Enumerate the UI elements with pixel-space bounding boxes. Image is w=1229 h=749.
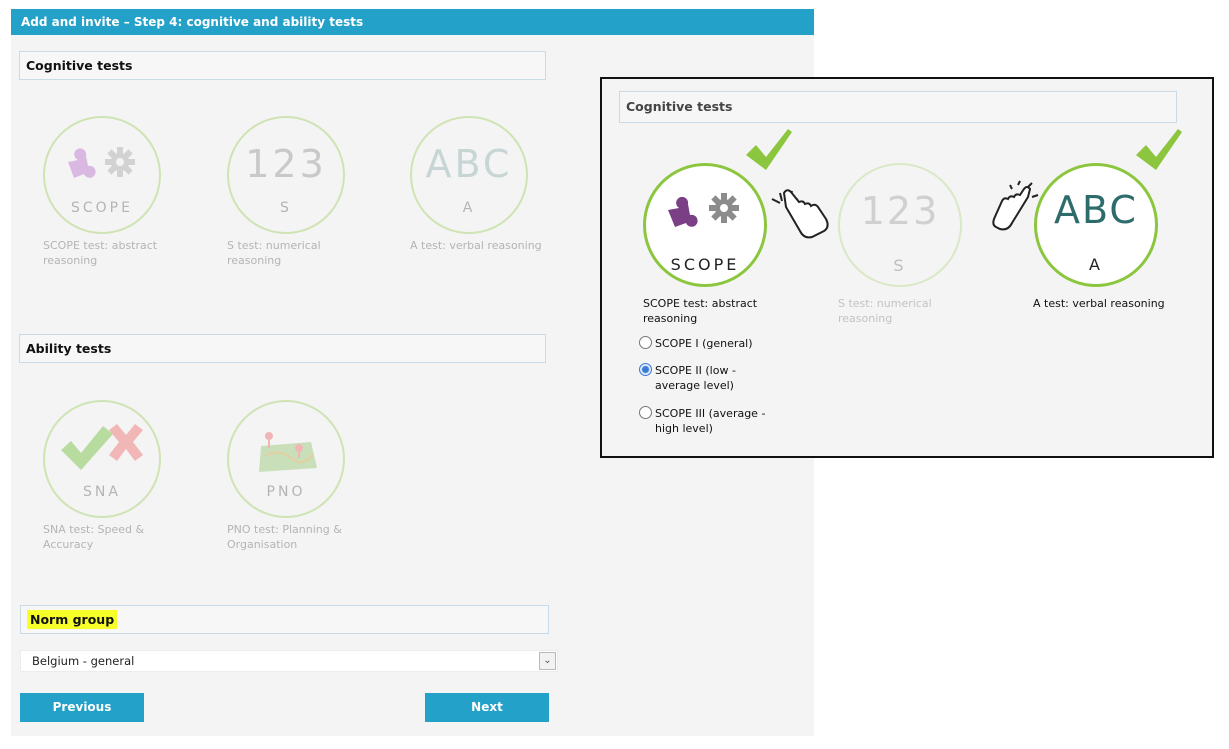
scope-check-icon bbox=[746, 129, 792, 170]
inset-scope-caption: SCOPE test: abstract reasoning bbox=[643, 297, 758, 325]
a-check-icon bbox=[1136, 129, 1182, 170]
norm-group-select[interactable]: Belgium - general ⌄ bbox=[20, 650, 558, 672]
chevron-down-icon[interactable]: ⌄ bbox=[539, 652, 556, 670]
tile-pno[interactable]: PNO PNO test: Planning & Organisation bbox=[227, 400, 397, 552]
scope-option-3[interactable]: SCOPE III (average - high level) bbox=[639, 406, 799, 436]
scope-option-1-radio[interactable] bbox=[639, 336, 652, 349]
s-code: S bbox=[280, 200, 292, 216]
a-circle[interactable]: ABC A bbox=[410, 116, 528, 234]
ability-tests-heading: Ability tests bbox=[19, 334, 546, 363]
norm-group-heading: Norm group bbox=[20, 605, 549, 634]
inset-s-caption: S test: numerical reasoning bbox=[838, 297, 932, 325]
norm-group-value: Belgium - general bbox=[32, 654, 135, 668]
a-big: ABC bbox=[425, 142, 513, 186]
s-circle[interactable]: 123 S bbox=[227, 116, 345, 234]
inset-s-big: 123 bbox=[860, 189, 940, 233]
sna-circle[interactable]: SNA bbox=[43, 400, 161, 518]
check-cross-icon bbox=[45, 422, 159, 478]
tile-sna[interactable]: SNA SNA test: Speed & Accuracy bbox=[43, 400, 213, 552]
scope-option-2[interactable]: SCOPE II (low - average level) bbox=[639, 363, 779, 393]
pno-code: PNO bbox=[266, 484, 306, 500]
map-icon bbox=[229, 426, 343, 480]
scope-option-2-label: SCOPE II (low - average level) bbox=[655, 364, 736, 392]
scope-option-1-label: SCOPE I (general) bbox=[655, 337, 753, 350]
pno-caption: PNO test: Planning & Organisation bbox=[227, 523, 342, 551]
inset-cognitive-heading: Cognitive tests bbox=[619, 91, 1177, 123]
inset-a-code: A bbox=[1089, 255, 1103, 274]
norm-group-label: Norm group bbox=[27, 610, 118, 629]
a-code: A bbox=[462, 200, 476, 216]
scope-option-3-label: SCOPE III (average - high level) bbox=[655, 407, 766, 435]
scope-option-2-radio[interactable] bbox=[639, 363, 652, 376]
zoom-inset: Cognitive tests SCOPE 123 S ABC A SCOPE … bbox=[600, 77, 1214, 458]
inset-background: Cognitive tests SCOPE 123 S ABC A SCOPE … bbox=[602, 79, 1212, 456]
a-caption: A test: verbal reasoning bbox=[410, 239, 542, 252]
scope-caption: SCOPE test: abstract reasoning bbox=[43, 239, 158, 267]
cognitive-tests-heading: Cognitive tests bbox=[19, 51, 546, 80]
s-big: 123 bbox=[245, 142, 327, 186]
tile-a[interactable]: ABC A A test: verbal reasoning bbox=[410, 116, 580, 253]
previous-button[interactable]: Previous bbox=[20, 693, 144, 722]
scope-code: SCOPE bbox=[71, 200, 133, 216]
inset-a-big: ABC bbox=[1054, 188, 1138, 232]
pno-circle[interactable]: PNO bbox=[227, 400, 345, 518]
pointing-hand-icon bbox=[771, 189, 829, 239]
puzzle-gear-icon bbox=[45, 140, 159, 190]
next-button[interactable]: Next bbox=[425, 693, 549, 722]
scope-circle[interactable]: SCOPE bbox=[43, 116, 161, 234]
scope-option-1[interactable]: SCOPE I (general) bbox=[639, 336, 753, 351]
sna-caption: SNA test: Speed & Accuracy bbox=[43, 523, 145, 551]
inset-a-caption: A test: verbal reasoning bbox=[1033, 297, 1165, 310]
scope-option-3-radio[interactable] bbox=[639, 406, 652, 419]
window-title: Add and invite – Step 4: cognitive and a… bbox=[11, 9, 814, 35]
inset-scope-circle[interactable]: SCOPE bbox=[643, 163, 767, 287]
s-caption: S test: numerical reasoning bbox=[227, 239, 321, 267]
inset-s-code: S bbox=[893, 256, 907, 275]
inset-scope-code: SCOPE bbox=[670, 255, 740, 274]
tile-s[interactable]: 123 S S test: numerical reasoning bbox=[227, 116, 397, 268]
inset-puzzle-gear-icon bbox=[646, 186, 764, 238]
tile-scope[interactable]: SCOPE SCOPE test: abstract reasoning bbox=[43, 116, 213, 268]
inset-s-circle[interactable]: 123 S bbox=[838, 163, 962, 287]
inset-a-circle[interactable]: ABC A bbox=[1034, 163, 1158, 287]
sna-code: SNA bbox=[83, 484, 121, 500]
